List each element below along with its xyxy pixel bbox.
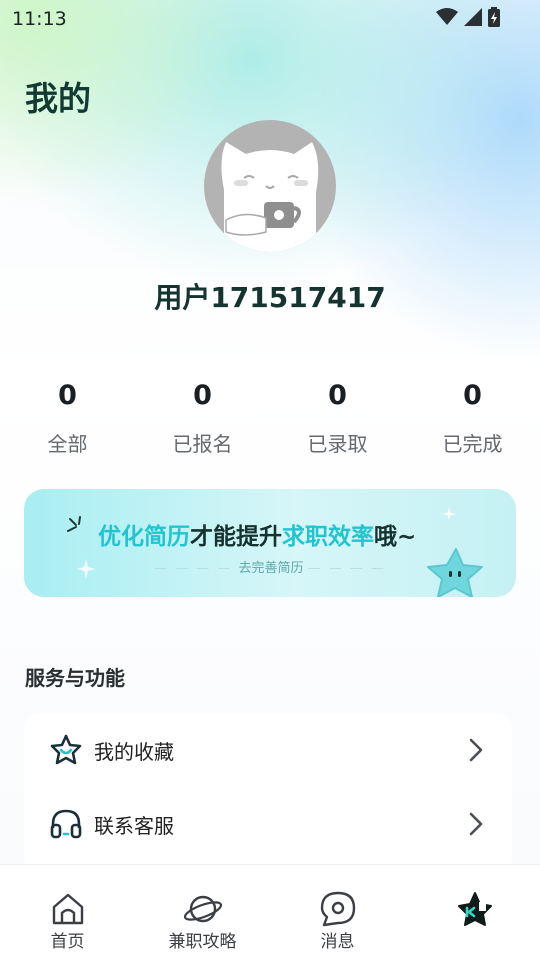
- stat-value: 0: [463, 380, 482, 411]
- stat-applied[interactable]: 0 已报名: [135, 378, 270, 457]
- tab-label: 兼职攻略: [168, 932, 237, 952]
- banner-text: 才能提升: [190, 524, 282, 550]
- stat-label: 已报名: [172, 432, 233, 456]
- stat-label: 全部: [47, 432, 88, 456]
- services-title: 服务与功能: [25, 666, 125, 690]
- tab-job-guide[interactable]: 兼职攻略: [135, 865, 270, 960]
- stat-all[interactable]: 0 全部: [0, 378, 135, 457]
- menu-item-label: 我的收藏: [94, 739, 174, 764]
- bottom-tab-bar: 首页 兼职攻略 消息: [0, 864, 540, 960]
- stat-hired[interactable]: 0 已录取: [270, 378, 405, 457]
- banner-highlight-text: 求职效率: [282, 524, 374, 550]
- resume-banner[interactable]: 优化简历才能提升求职效率哦~ — — — — 去完善简历 — — — —: [24, 489, 516, 597]
- username: 用户171517417: [154, 281, 386, 314]
- status-icons: [436, 7, 500, 27]
- menu-item-favorites[interactable]: 我的收藏: [24, 713, 512, 787]
- stat-value: 0: [193, 380, 212, 411]
- stat-value: 0: [58, 380, 77, 411]
- banner-subtitle: 去完善简历: [238, 561, 304, 576]
- star-mascot-icon: [427, 548, 483, 597]
- cat-avatar-illustration: [221, 142, 319, 252]
- tab-profile[interactable]: [405, 865, 540, 960]
- avatar[interactable]: [204, 120, 336, 252]
- divider: — — — —: [307, 561, 387, 576]
- tab-messages[interactable]: 消息: [270, 865, 405, 960]
- stat-completed[interactable]: 0 已完成: [405, 378, 540, 457]
- banner-text: 哦~: [374, 524, 417, 550]
- stat-value: 0: [328, 380, 347, 411]
- services-card: 我的收藏 联系客服: [24, 713, 512, 873]
- chevron-right-icon: [469, 812, 483, 836]
- home-icon: [52, 893, 83, 925]
- stat-label: 已录取: [307, 432, 368, 456]
- chevron-right-icon: [469, 738, 483, 762]
- menu-item-customer-service[interactable]: 联系客服: [24, 787, 512, 861]
- sparkle-icon: [67, 516, 81, 532]
- application-stats: 0 全部 0 已报名 0 已录取 0 已完成: [0, 378, 540, 457]
- message-icon: [320, 891, 355, 927]
- tab-label: 首页: [50, 932, 85, 952]
- tab-home[interactable]: 首页: [0, 865, 135, 960]
- page-title: 我的: [25, 79, 91, 118]
- menu-item-label: 联系客服: [94, 813, 174, 838]
- banner-highlight-text: 优化简历: [98, 524, 190, 550]
- battery-icon: [488, 7, 500, 27]
- star-icon: [50, 734, 82, 765]
- tab-label: 消息: [320, 932, 355, 952]
- star-decoration-icon: [442, 507, 456, 521]
- profile-icon: [457, 892, 492, 926]
- planet-icon: [183, 895, 222, 923]
- stat-label: 已完成: [442, 432, 503, 456]
- banner-headline: 优化简历才能提升求职效率哦~: [98, 517, 416, 551]
- signal-icon: [464, 8, 482, 26]
- status-time: 11:13: [12, 8, 67, 30]
- divider: — — — —: [153, 561, 239, 576]
- headset-icon: [50, 809, 82, 839]
- wifi-icon: [436, 8, 458, 25]
